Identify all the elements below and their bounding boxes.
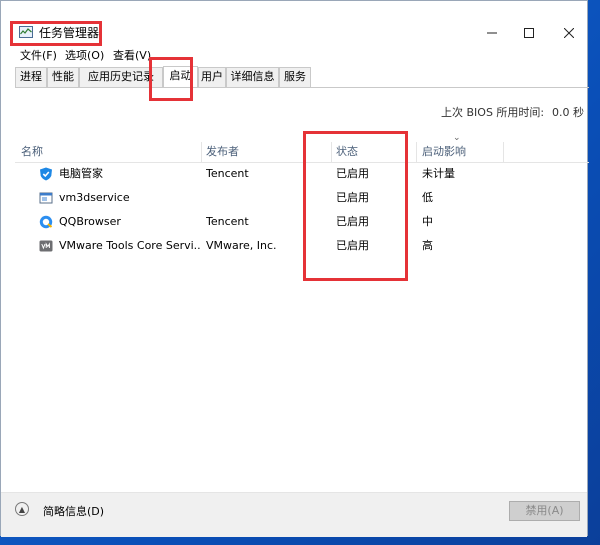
table-row[interactable]: VMware Tools Core Servi... VMware, Inc. … — [15, 235, 589, 257]
brief-info-link[interactable]: 简略信息(D) — [43, 503, 104, 519]
chevron-up-icon: ▲ — [18, 504, 26, 514]
bios-time-value: 0.0 秒 — [552, 106, 584, 119]
menu-file[interactable]: 文件(F) — [20, 48, 57, 64]
expand-collapse-button[interactable]: ▲ — [15, 502, 29, 516]
row-name: 电脑管家 — [59, 167, 103, 180]
row-name: QQBrowser — [59, 215, 121, 228]
tab-users[interactable]: 用户 — [198, 67, 226, 87]
column-separator[interactable] — [416, 142, 417, 162]
startup-tab-highlight-box — [149, 57, 193, 101]
column-name[interactable]: 名称 — [21, 142, 43, 162]
qqbrowser-icon — [39, 215, 53, 229]
row-name: VMware Tools Core Servi... — [59, 239, 201, 252]
disable-button[interactable]: 禁用(A) — [509, 501, 580, 521]
column-publisher[interactable]: 发布者 — [206, 142, 239, 162]
service-window-icon — [39, 192, 53, 204]
maximize-icon — [524, 28, 534, 38]
column-header: 名称 发布者 状态 启动影响 — [15, 142, 589, 163]
tab-details[interactable]: 详细信息 — [226, 67, 279, 87]
menu-view[interactable]: 查看(V) — [113, 48, 151, 64]
row-name: vm3dservice — [59, 191, 130, 204]
close-icon — [564, 28, 574, 38]
bios-time-label: 上次 BIOS 所用时间: — [441, 106, 545, 119]
tab-divider — [15, 87, 589, 88]
tab-performance[interactable]: 性能 — [47, 67, 79, 87]
column-separator[interactable] — [201, 142, 202, 162]
table-row[interactable]: vm3dservice 已启用 低 — [15, 187, 589, 209]
task-manager-window: 任务管理器 文件(F) 选项(O) 查看(V) 进程 性能 应用历史记录 启动 … — [0, 0, 589, 537]
row-impact: 中 — [422, 215, 433, 228]
status-column-highlight-box — [303, 131, 408, 281]
pc-manager-shield-icon — [40, 167, 52, 181]
row-impact: 高 — [422, 239, 433, 252]
title-highlight-box — [10, 21, 102, 46]
column-separator[interactable] — [503, 142, 504, 162]
table-row[interactable]: QQBrowser Tencent 已启用 中 — [15, 211, 589, 233]
tab-services[interactable]: 服务 — [279, 67, 311, 87]
close-button[interactable] — [546, 21, 592, 45]
tab-processes[interactable]: 进程 — [15, 67, 47, 87]
table-row[interactable]: 电脑管家 Tencent 已启用 未计量 — [15, 163, 589, 185]
row-impact: 低 — [422, 191, 433, 204]
row-impact: 未计量 — [422, 167, 455, 180]
footer-bar: ▲ 简略信息(D) 禁用(A) — [1, 492, 587, 537]
menu-options[interactable]: 选项(O) — [65, 48, 104, 64]
column-startup-impact[interactable]: 启动影响 — [422, 142, 466, 162]
minimize-icon — [487, 32, 497, 34]
vmware-icon — [39, 240, 53, 252]
